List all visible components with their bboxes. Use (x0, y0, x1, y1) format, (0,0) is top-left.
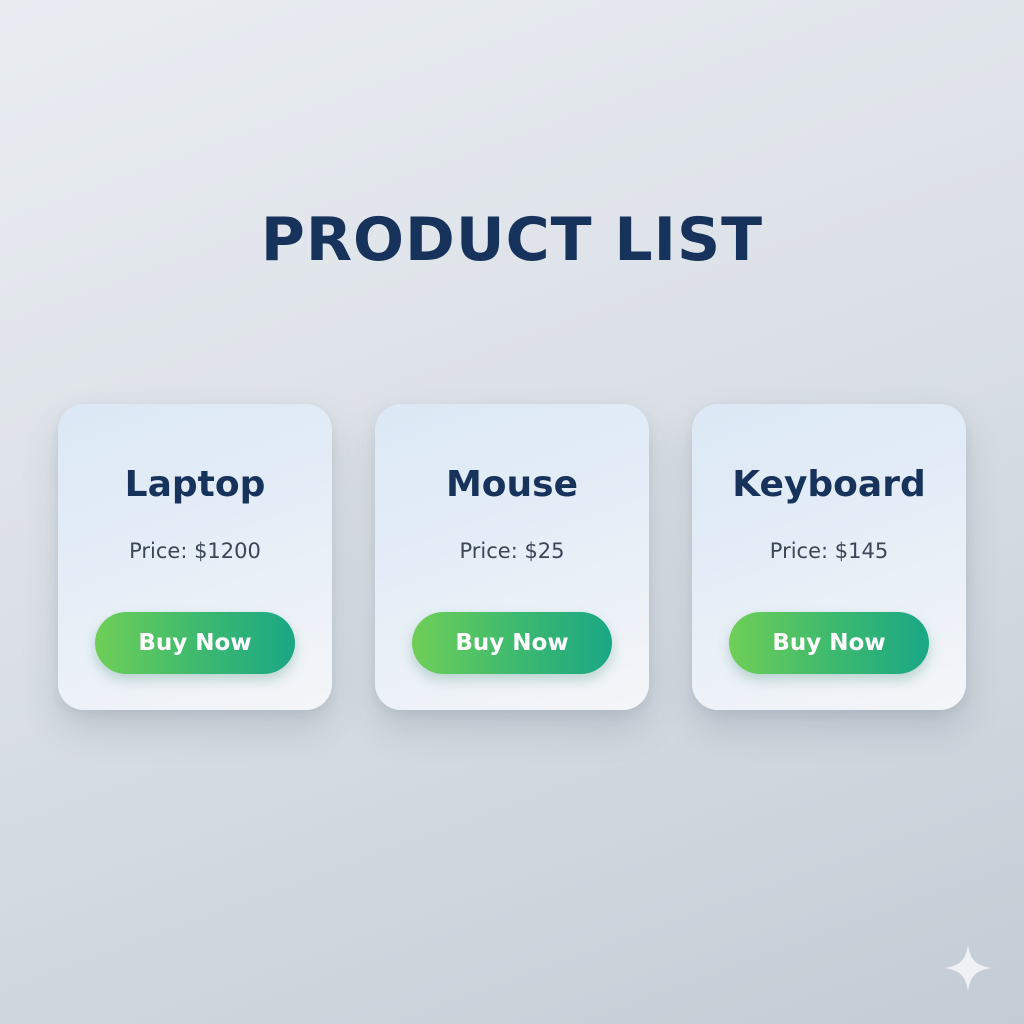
product-card-keyboard: Keyboard Price: $145 Buy Now (692, 404, 966, 710)
product-name: Mouse (445, 464, 579, 505)
product-grid: Laptop Price: $1200 Buy Now Mouse Price:… (58, 404, 966, 710)
product-name: Laptop (124, 464, 266, 505)
sparkle-icon (944, 944, 992, 992)
product-card-laptop: Laptop Price: $1200 Buy Now (58, 404, 332, 710)
buy-now-button[interactable]: Buy Now (412, 612, 612, 674)
product-price: Price: $25 (459, 539, 565, 563)
product-name: Keyboard (732, 464, 926, 505)
buy-now-button[interactable]: Buy Now (729, 612, 929, 674)
buy-now-button[interactable]: Buy Now (95, 612, 295, 674)
product-price: Price: $1200 (129, 539, 261, 563)
product-card-mouse: Mouse Price: $25 Buy Now (375, 404, 649, 710)
page-title: PRODUCT LIST (260, 205, 764, 275)
product-price: Price: $145 (769, 539, 889, 563)
